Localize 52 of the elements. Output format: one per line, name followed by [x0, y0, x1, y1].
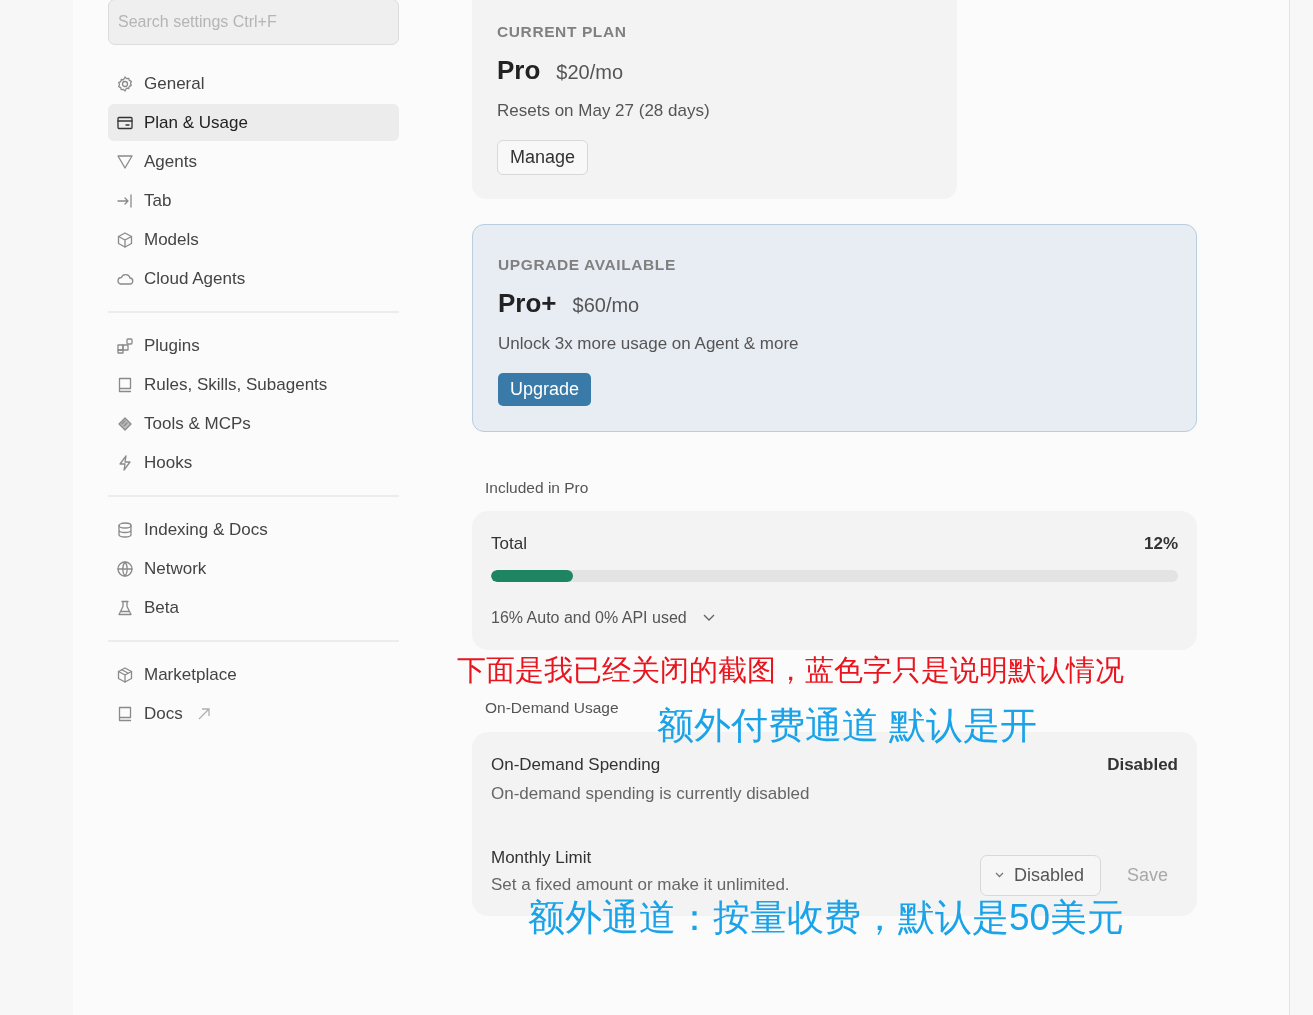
plan-note: Unlock 3x more usage on Agent & more [498, 333, 800, 355]
card-heading: UPGRADE AVAILABLE [498, 254, 677, 275]
plan-price: $20/mo [556, 60, 624, 86]
database-icon [116, 520, 134, 539]
annotation-text: 额外付费通道 默认是开 [657, 706, 1038, 747]
sidebar-item[interactable]: Models [108, 221, 399, 258]
usage-detail[interactable]: 16% Auto and 0% API used [491, 606, 687, 631]
sidebar-item[interactable]: Beta [108, 589, 399, 626]
annotation-text: 额外通道：按量收费，默认是50美元 [528, 898, 1125, 939]
blocks-icon [116, 336, 134, 355]
sidebar-item[interactable]: Docs [108, 695, 399, 732]
sidebar-item[interactable]: Tools & MCPs [108, 405, 399, 442]
book-icon [116, 375, 134, 394]
package-icon [116, 665, 134, 684]
sidebar-item[interactable]: Rules, Skills, Subagents [108, 366, 399, 403]
card-heading: CURRENT PLAN [497, 22, 628, 42]
section-label: Included in Pro [484, 477, 590, 498]
plan-price: $60/mo [572, 293, 640, 318]
sidebar-item[interactable]: Network [108, 550, 399, 587]
plan-name: Pro+ [498, 287, 557, 320]
cube-icon [116, 230, 134, 249]
manage-button[interactable]: Manage [497, 139, 589, 175]
usage-percent: 12% [1143, 532, 1178, 555]
annotation-text: 下面是我已经关闭的截图，蓝色字只是说明默认情况 [457, 655, 1124, 687]
sidebar-item[interactable]: Plan & Usage [108, 104, 399, 141]
search-field[interactable]: Search settings Ctrl+F [108, 0, 399, 45]
chevron-icon [702, 614, 715, 623]
sidebar-item[interactable]: Agents [108, 143, 399, 180]
sidebar-item[interactable]: Hooks [108, 444, 399, 481]
sidebar-item[interactable]: Cloud Agents [108, 260, 399, 297]
setting-title: On-Demand Spending [491, 753, 662, 776]
usage-label: Total [491, 532, 527, 555]
sidebar-item[interactable]: Indexing & Docs [108, 511, 399, 548]
upgrade-button[interactable]: Upgrade [498, 372, 592, 406]
status-text: Disabled [1107, 753, 1178, 776]
flask-icon [116, 598, 134, 617]
limit-dropdown[interactable]: Disabled [979, 854, 1101, 896]
caret-icon [994, 872, 1004, 878]
sidebar-item[interactable]: Tab [108, 182, 399, 219]
sidebar-item[interactable]: Marketplace [108, 656, 399, 693]
sidebar-item[interactable]: Plugins [108, 327, 399, 364]
section-label: On-Demand Usage [484, 698, 620, 719]
book-icon [116, 704, 134, 723]
triangle-icon [116, 152, 134, 171]
plan-note: Resets on May 27 (28 days) [497, 100, 711, 123]
gear-icon [116, 74, 134, 93]
sidebar-item[interactable]: General [108, 65, 399, 102]
setting-note: On-demand spending is currently disabled [491, 783, 810, 805]
setting-title: Monthly Limit [491, 846, 593, 869]
plan-name: Pro [497, 54, 541, 88]
globe-icon [116, 559, 134, 578]
setting-note: Set a fixed amount or make it unlimited. [491, 874, 790, 896]
